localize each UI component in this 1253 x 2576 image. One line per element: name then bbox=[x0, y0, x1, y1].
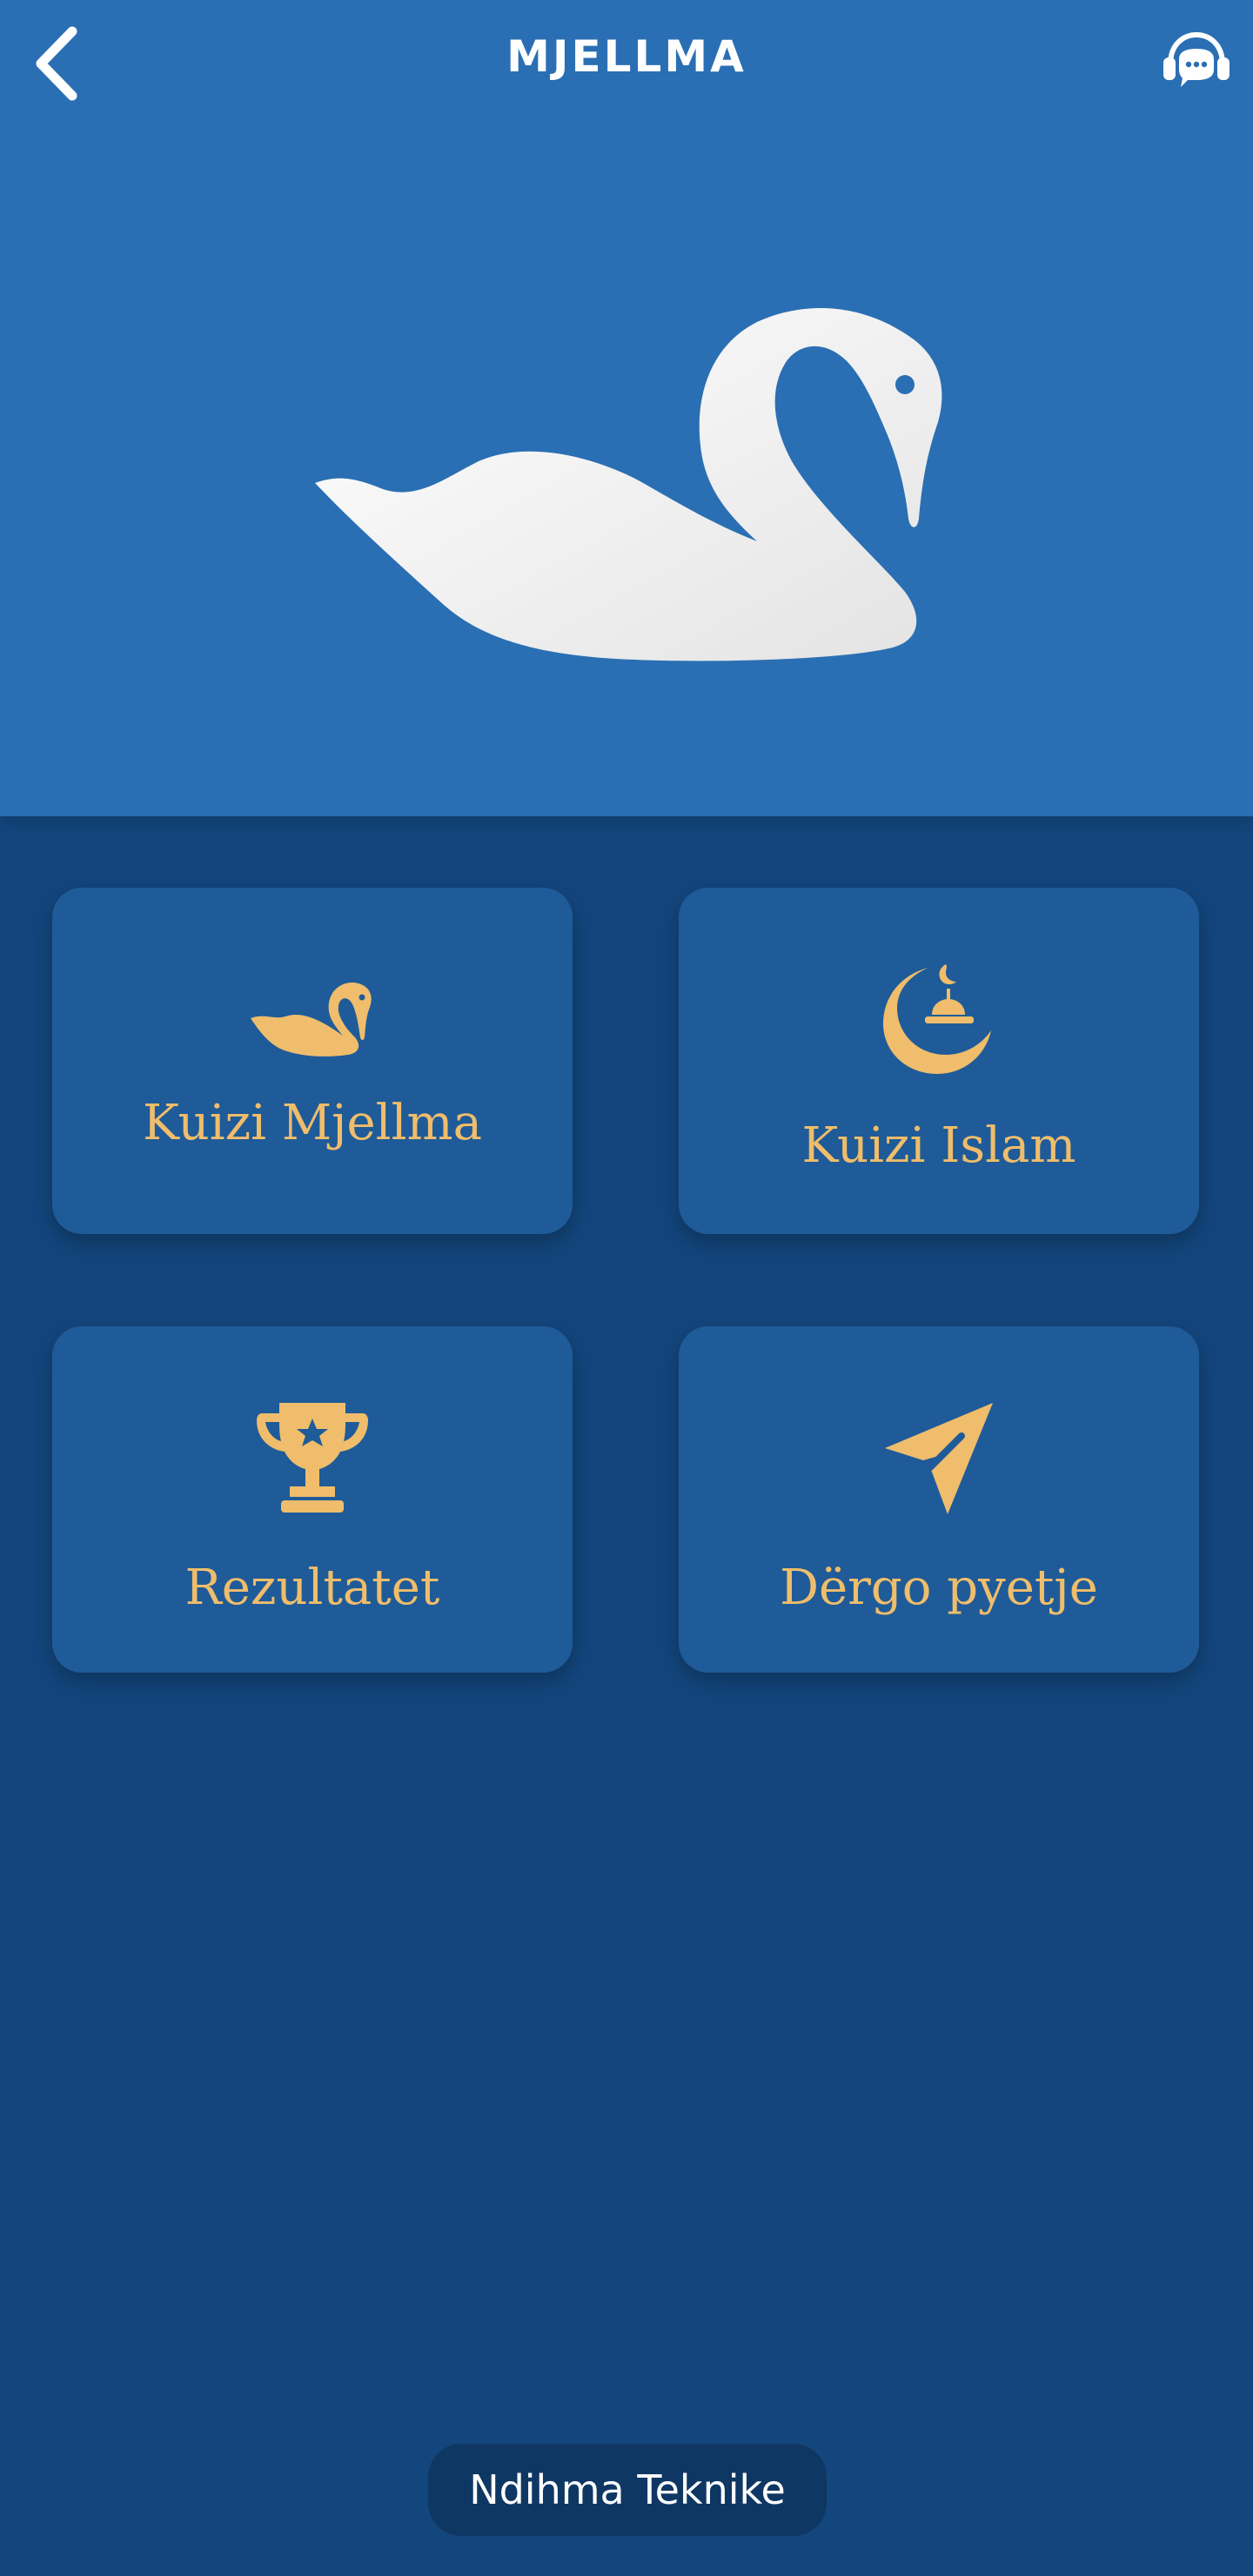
support-button[interactable] bbox=[1157, 28, 1236, 97]
send-question-tile[interactable]: Dërgo pyetje bbox=[679, 1326, 1199, 1673]
send-icon bbox=[885, 1403, 993, 1514]
swan-icon bbox=[251, 982, 372, 1057]
quiz-mjellma-tile[interactable]: Kuizi Mjellma bbox=[52, 888, 573, 1234]
results-tile[interactable]: Rezultatet bbox=[52, 1326, 573, 1673]
swan-logo bbox=[305, 261, 948, 679]
tile-label: Kuizi Mjellma bbox=[143, 1095, 482, 1151]
tile-label: Kuizi Islam bbox=[801, 1117, 1076, 1174]
crescent-mosque-icon bbox=[883, 964, 991, 1074]
app-title: MJELLMA bbox=[506, 31, 747, 82]
tile-label: Dërgo pyetje bbox=[780, 1560, 1098, 1616]
app-header: MJELLMA bbox=[0, 0, 1253, 816]
quiz-islam-tile[interactable]: Kuizi Islam bbox=[679, 888, 1199, 1234]
headset-chat-icon bbox=[1163, 31, 1230, 87]
technical-help-button[interactable]: Ndihma Teknike bbox=[428, 2444, 827, 2536]
trophy-icon bbox=[257, 1403, 368, 1513]
tile-label: Rezultatet bbox=[184, 1560, 440, 1616]
